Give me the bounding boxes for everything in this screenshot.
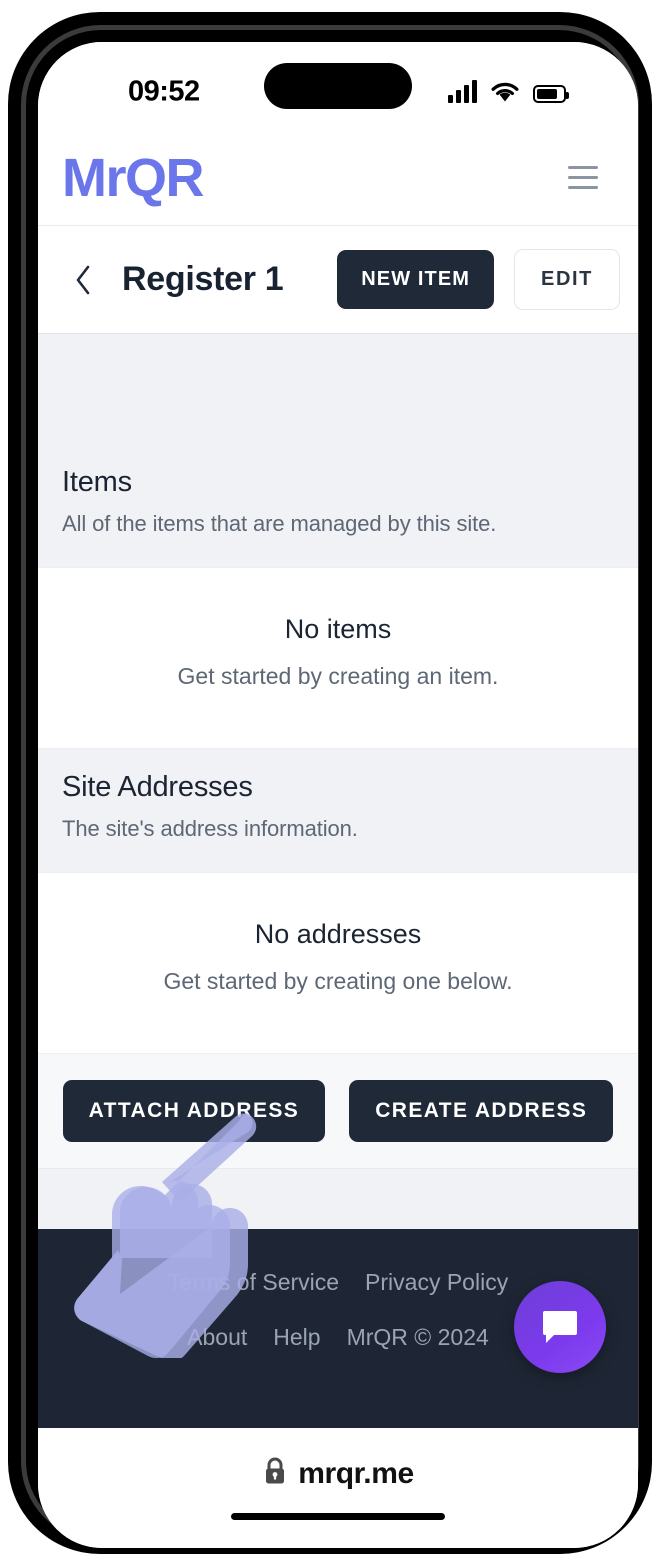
create-address-button[interactable]: CREATE ADDRESS: [349, 1080, 614, 1142]
footer-link-about[interactable]: About: [187, 1324, 247, 1351]
footer-link-privacy[interactable]: Privacy Policy: [365, 1269, 508, 1296]
addresses-empty-title: No addresses: [254, 919, 422, 949]
status-time: 09:52: [128, 75, 200, 108]
footer-link-terms[interactable]: Terms of Service: [168, 1269, 339, 1296]
wifi-icon: [490, 81, 520, 103]
addresses-heading: Site Addresses: [62, 771, 253, 803]
page-header-bar: Register 1 NEW ITEM EDIT: [38, 226, 638, 334]
items-description: All of the items that are managed by thi…: [62, 511, 497, 536]
chat-bubble-icon[interactable]: [514, 1281, 606, 1373]
phone-screen: 09:52 MrQR Register 1 NEW ITEM EDIT Item…: [38, 42, 638, 1548]
items-empty-subtitle: Get started by creating an item.: [177, 663, 499, 689]
items-empty-title: No items: [284, 614, 392, 644]
url-text: mrqr.me: [298, 1456, 414, 1490]
page-actions: NEW ITEM EDIT: [337, 249, 620, 310]
addresses-section-header: Site Addresses The site's address inform…: [38, 749, 638, 872]
battery-icon: [533, 85, 569, 103]
cellular-signal-icon: [448, 80, 477, 103]
addresses-empty-state: No addresses Get started by creating one…: [38, 872, 638, 1054]
new-item-button[interactable]: NEW ITEM: [337, 250, 495, 309]
footer-copyright: MrQR © 2024: [346, 1324, 489, 1350]
home-indicator: [231, 1513, 445, 1520]
items-section-header: Items All of the items that are managed …: [38, 444, 638, 567]
hamburger-menu-icon[interactable]: [560, 158, 606, 197]
phone-frame: 09:52 MrQR Register 1 NEW ITEM EDIT Item…: [8, 12, 652, 1554]
lock-icon: [262, 1456, 288, 1491]
content-bottom-spacer: [38, 1169, 638, 1229]
chevron-left-icon[interactable]: [66, 263, 100, 297]
dynamic-island: [264, 63, 412, 109]
brand-logo[interactable]: MrQR: [62, 151, 205, 205]
items-heading: Items: [62, 466, 132, 498]
browser-bottom-bar: mrqr.me: [38, 1428, 638, 1548]
status-icons: [448, 80, 569, 103]
site-footer: Terms of Service Privacy Policy About He…: [38, 1229, 638, 1435]
status-bar: 09:52: [38, 42, 638, 130]
address-actions-row: ATTACH ADDRESS CREATE ADDRESS: [38, 1054, 638, 1169]
footer-link-help[interactable]: Help: [273, 1324, 320, 1351]
addresses-description: The site's address information.: [62, 816, 358, 841]
attach-address-button[interactable]: ATTACH ADDRESS: [62, 1080, 326, 1142]
url-bar[interactable]: mrqr.me: [262, 1456, 414, 1491]
edit-button[interactable]: EDIT: [514, 249, 620, 310]
addresses-empty-subtitle: Get started by creating one below.: [163, 968, 513, 994]
page-body: Items All of the items that are managed …: [38, 334, 638, 1229]
site-header: MrQR: [38, 130, 638, 226]
items-empty-state: No items Get started by creating an item…: [38, 567, 638, 749]
content-top-spacer: [38, 334, 638, 444]
page-title: Register 1: [122, 260, 284, 298]
